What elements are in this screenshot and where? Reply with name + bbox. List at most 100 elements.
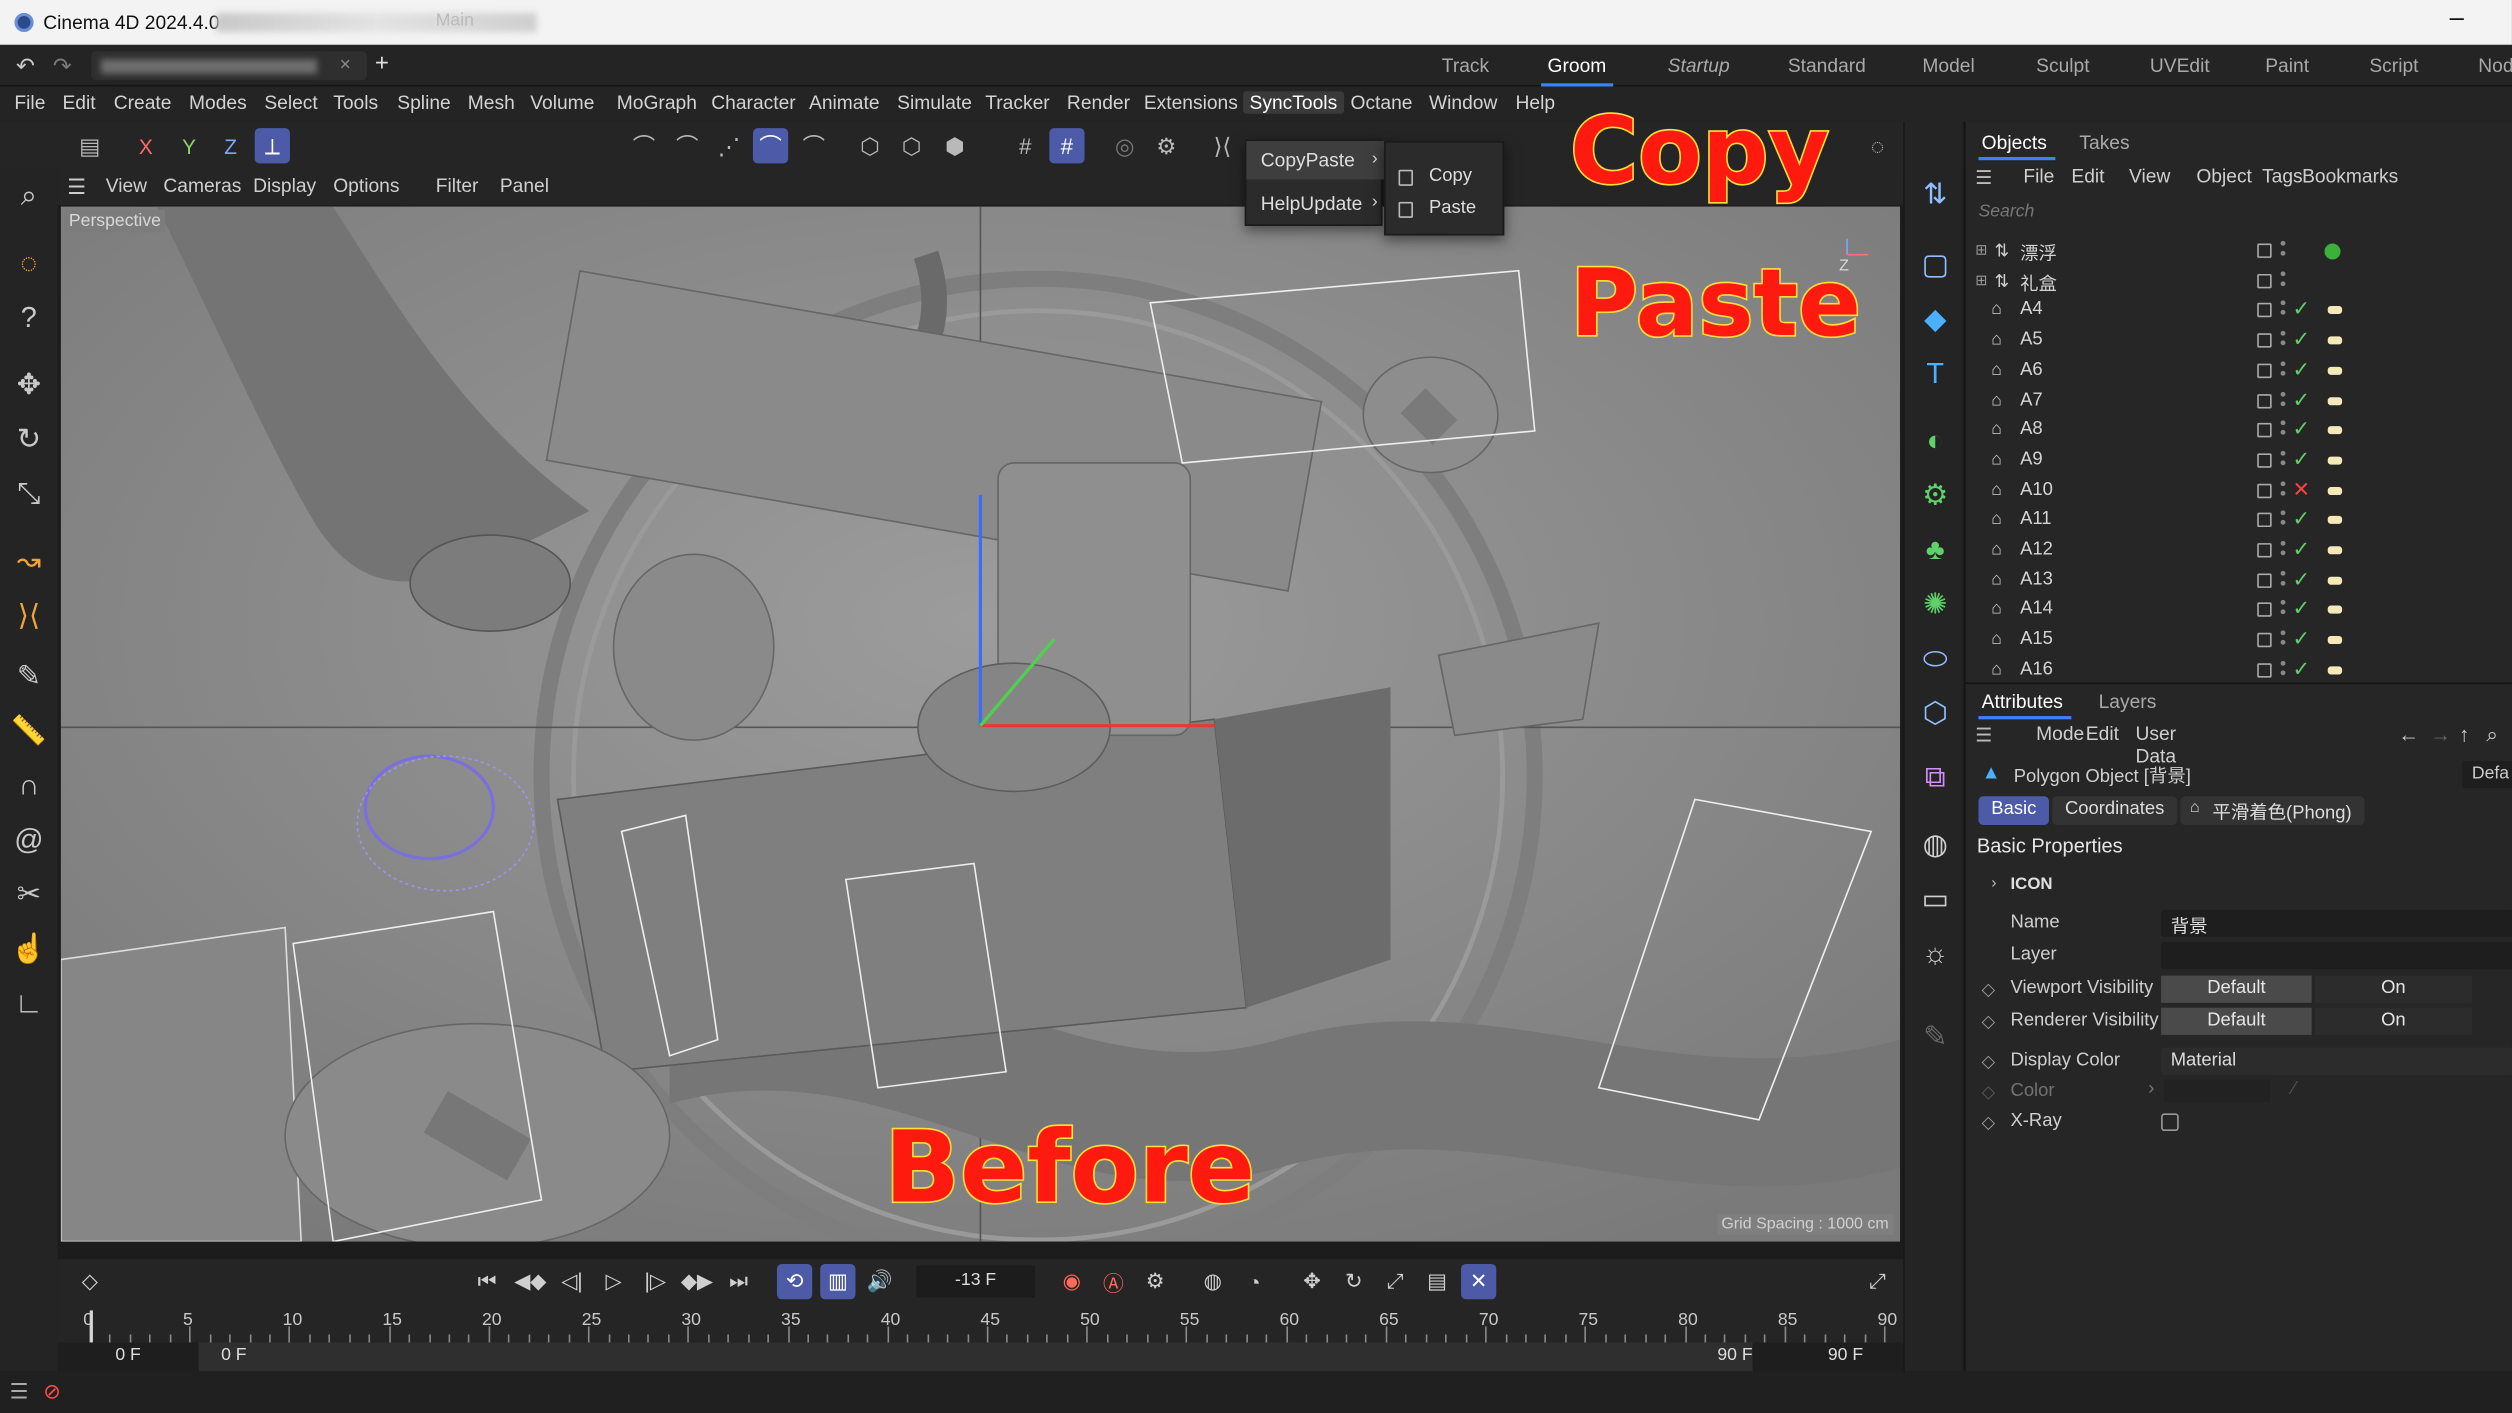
- spline-arc-icon[interactable]: ⌒: [752, 128, 789, 164]
- menu-character[interactable]: Character: [711, 91, 795, 113]
- submenu-item-paste[interactable]: Paste: [1429, 199, 1476, 218]
- layer-lock-icon[interactable]: [2257, 573, 2272, 588]
- key-scale-icon[interactable]: ⤢: [1378, 1264, 1413, 1299]
- layer-lock-icon[interactable]: [2257, 543, 2272, 558]
- tab-objects[interactable]: Objects: [1982, 131, 2047, 153]
- keyframe-diamond-icon[interactable]: ◇: [72, 1264, 107, 1299]
- object-row[interactable]: ⌂ A9 ● ● ✓: [1966, 447, 2512, 476]
- back-arrow-icon[interactable]: ←: [2398, 723, 2419, 747]
- viewport-hamburger-icon[interactable]: ☰: [67, 175, 86, 201]
- visibility-dots-icon[interactable]: ● ●: [2280, 478, 2287, 502]
- range-start-a[interactable]: 0 F: [115, 1346, 140, 1365]
- subtab-coordinates[interactable]: Coordinates: [2052, 796, 2178, 826]
- visibility-dots-icon[interactable]: ● ●: [2280, 329, 2287, 352]
- status-error-icon[interactable]: ⊘: [43, 1379, 60, 1405]
- previous-key-icon[interactable]: ◀◆: [513, 1264, 548, 1299]
- objects-menu-edit[interactable]: Edit: [2071, 165, 2104, 187]
- layout-tab-groom[interactable]: Groom: [1541, 54, 1613, 87]
- menu-mograph[interactable]: MoGraph: [617, 91, 697, 113]
- menu-volume[interactable]: Volume: [530, 91, 594, 113]
- spline-smooth-icon[interactable]: ⌒: [796, 128, 831, 163]
- chevron-right-icon[interactable]: ›: [1991, 875, 1996, 893]
- phong-tag-icon[interactable]: [2327, 456, 2343, 465]
- menu-help[interactable]: Help: [1515, 91, 1555, 113]
- search-icon[interactable]: ⌕: [10, 176, 48, 214]
- object-row[interactable]: ⌂ A4 ● ● ✓: [1966, 297, 2512, 326]
- environment-icon[interactable]: ⧉: [1914, 756, 1956, 798]
- object-row[interactable]: ⌂ A15 ● ● ✓: [1966, 627, 2512, 656]
- layer-lock-icon[interactable]: [2257, 602, 2272, 618]
- point-mode-icon[interactable]: ⬢: [937, 128, 972, 163]
- objects-menu-file[interactable]: File: [2023, 165, 2054, 187]
- menu-create[interactable]: Create: [114, 91, 172, 113]
- null-object-icon[interactable]: ⇅: [1914, 173, 1956, 215]
- disabled-cross-icon[interactable]: ✕: [2292, 477, 2309, 503]
- visibility-dots-icon[interactable]: ● ●: [2280, 269, 2287, 292]
- status-hamburger-icon[interactable]: ☰: [10, 1379, 29, 1405]
- twist-tool-icon[interactable]: @: [10, 820, 48, 858]
- tab-takes[interactable]: Takes: [2079, 131, 2129, 153]
- timeline-graph-icon[interactable]: ⤢: [1860, 1264, 1895, 1299]
- spline-draw-icon[interactable]: ∩: [10, 766, 48, 804]
- key-rotate-icon[interactable]: ↻: [1336, 1264, 1371, 1299]
- menu-animate[interactable]: Animate: [809, 91, 880, 113]
- menu-modes[interactable]: Modes: [189, 91, 247, 113]
- undo-icon[interactable]: ↶: [16, 53, 35, 80]
- minimize-button[interactable]: –: [2450, 5, 2464, 34]
- visibility-dots-icon[interactable]: ● ●: [2280, 628, 2287, 652]
- menu-synctools[interactable]: SyncTools: [1243, 91, 1344, 114]
- visibility-dots-icon[interactable]: ● ●: [2280, 598, 2287, 622]
- document-tab[interactable]: ×: [91, 51, 367, 81]
- visibility-dots-icon[interactable]: ● ●: [2280, 568, 2287, 592]
- enabled-check-icon[interactable]: ✓: [2292, 537, 2309, 563]
- objects-hamburger-icon[interactable]: ☰: [1975, 167, 1992, 189]
- hand-tool-icon[interactable]: ☝: [10, 929, 48, 967]
- phong-tag-icon[interactable]: [2327, 366, 2343, 375]
- move-tool-icon[interactable]: ✥: [10, 365, 48, 403]
- measure-tool-icon[interactable]: 📏: [10, 711, 48, 749]
- menu-render[interactable]: Render: [1067, 91, 1130, 113]
- keyframe-diamond-icon[interactable]: ◇: [1982, 1051, 1996, 1072]
- display-color-dropdown[interactable]: Material: [2161, 1047, 2512, 1075]
- layer-lock-icon[interactable]: [2257, 513, 2272, 528]
- field-icon[interactable]: ⬭: [1914, 638, 1956, 680]
- visibility-dots-icon[interactable]: ● ●: [2280, 299, 2287, 322]
- attributes-menu-edit[interactable]: Edit: [2086, 723, 2119, 745]
- key-move-icon[interactable]: ✥: [1294, 1264, 1329, 1299]
- object-row[interactable]: ⊞ ⇅ 礼盒 ● ●: [1966, 267, 2512, 296]
- enabled-check-icon[interactable]: ✓: [2292, 627, 2309, 653]
- enabled-check-icon[interactable]: ✓: [2292, 656, 2309, 682]
- lock-y-axis-button[interactable]: Y: [171, 128, 206, 163]
- object-row[interactable]: ⌂ A10 ● ● ✕: [1966, 477, 2512, 506]
- subtab-basic[interactable]: Basic: [1978, 796, 2050, 826]
- layer-lock-icon[interactable]: [2257, 393, 2272, 408]
- layout-tab-script[interactable]: Script: [2369, 54, 2418, 76]
- layout-tab-model[interactable]: Model: [1922, 54, 1974, 76]
- next-frame-icon[interactable]: |▷: [638, 1264, 673, 1299]
- subtab-phong[interactable]: ⌂ 平滑着色(Phong): [2180, 796, 2365, 826]
- layout-tab-paint[interactable]: Paint: [2265, 54, 2309, 76]
- redo-icon[interactable]: ↷: [53, 53, 72, 80]
- menu-spline[interactable]: Spline: [397, 91, 450, 113]
- layer-lock-icon[interactable]: [2257, 243, 2272, 258]
- objects-search-input[interactable]: Search: [1978, 202, 2507, 228]
- render-settings-icon[interactable]: ⚙: [1149, 128, 1184, 163]
- menu-file[interactable]: File: [14, 91, 45, 113]
- spline-dotted-icon[interactable]: ⋰: [711, 128, 746, 163]
- objects-menu-view[interactable]: View: [2129, 165, 2170, 187]
- help-cursor-icon[interactable]: ?: [10, 298, 48, 336]
- menu-mesh[interactable]: Mesh: [468, 91, 515, 113]
- scale-tool-icon[interactable]: ⤡: [10, 474, 48, 512]
- renderer-visibility-default[interactable]: Default: [2161, 1007, 2312, 1035]
- mograph-cloner-icon[interactable]: ♣: [1914, 529, 1956, 571]
- objects-menu-bookmarks[interactable]: Bookmarks: [2302, 165, 2398, 187]
- spline-pen-icon[interactable]: ⌒: [626, 128, 661, 163]
- expand-icon[interactable]: ⊞: [1975, 242, 1987, 260]
- phong-tag-icon[interactable]: [2327, 606, 2343, 615]
- phong-tag-icon[interactable]: [2327, 516, 2343, 525]
- enabled-check-icon[interactable]: ✓: [2292, 297, 2309, 323]
- objects-menu-tags[interactable]: Tags: [2262, 165, 2303, 187]
- object-row[interactable]: ⌂ A12 ● ● ✓: [1966, 537, 2512, 566]
- menu-edit[interactable]: Edit: [62, 91, 95, 113]
- 3d-viewport[interactable]: Z Perspective Grid Spacing : 1000 cm: [60, 206, 1900, 1242]
